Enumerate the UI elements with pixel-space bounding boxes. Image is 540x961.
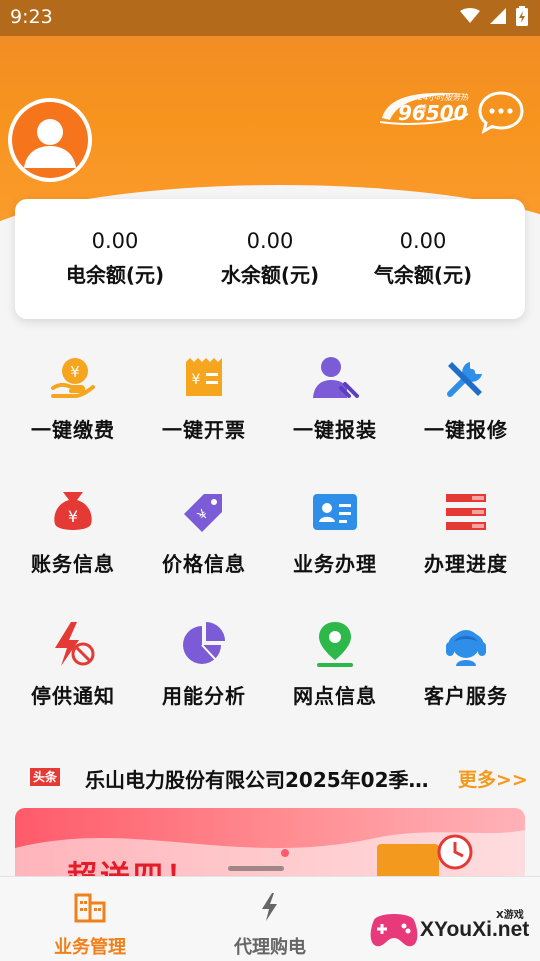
chat-bubble-icon: [478, 91, 524, 135]
grid-item-progress[interactable]: 办理进度: [401, 488, 531, 577]
grid-item-quick-repair[interactable]: 一键报修: [401, 354, 531, 443]
hotline-logo[interactable]: 24小时服务热线 96500: [378, 88, 470, 128]
sheet-handle[interactable]: [228, 866, 284, 871]
progress-list-icon: [446, 494, 486, 530]
signal-icon: [490, 8, 506, 24]
avatar[interactable]: [8, 98, 92, 182]
invoice-icon: ¥: [186, 358, 222, 396]
svg-text:¥: ¥: [70, 363, 80, 381]
grid-item-label: 用能分析: [162, 684, 246, 708]
grid-item-label: 客户服务: [424, 684, 508, 708]
grid-item-label: 一键报修: [424, 418, 508, 442]
water-balance[interactable]: 0.00 水余额(元): [195, 229, 345, 288]
grid-item-outage-notice[interactable]: 停供通知: [8, 620, 138, 709]
balance-label: 电余额(元): [65, 263, 165, 287]
user-icon: [24, 119, 76, 168]
grid-item-label: 价格信息: [162, 552, 246, 576]
news-headline[interactable]: 乐山电力股份有限公司2025年02季度电费账单公告: [85, 764, 445, 793]
gamepad-logo-icon: [370, 914, 418, 947]
tab-label: 业务管理: [54, 937, 126, 958]
wifi-icon: [460, 8, 480, 23]
grid-item-outlet-info[interactable]: 网点信息: [270, 620, 400, 709]
grid-item-label: 业务办理: [293, 552, 377, 576]
grid-item-label: 一键开票: [162, 418, 246, 442]
grid-item-label: 停供通知: [31, 684, 115, 708]
pie-chart-icon: [183, 622, 225, 664]
grid-item-quick-invoice[interactable]: ¥ 一键开票: [139, 354, 269, 443]
grid-item-price-info[interactable]: ¥ 价格信息: [139, 488, 269, 577]
id-card-icon: [313, 494, 357, 530]
grid-item-customer-service[interactable]: 客户服务: [401, 620, 531, 709]
customer-service-icon: [446, 630, 486, 666]
building-icon: [74, 893, 106, 923]
battery-icon: [516, 6, 528, 26]
electricity-balance[interactable]: 0.00 电余额(元): [40, 229, 190, 288]
balance-label: 水余额(元): [220, 263, 320, 287]
message-button[interactable]: [478, 90, 524, 135]
headline-tag: 头条: [30, 768, 60, 786]
grid-item-label: 办理进度: [424, 552, 508, 576]
money-bag-icon: ¥: [54, 492, 92, 530]
install-user-icon: [313, 357, 359, 398]
tab-label: 代理购电: [234, 937, 306, 958]
grid-item-label: 一键报装: [293, 418, 377, 442]
watermark: X游戏 XYouXi.net: [368, 900, 540, 960]
news-ticker[interactable]: 头条 乐山电力股份有限公司2025年02季度电费账单公告 更多>>: [0, 756, 540, 800]
banner-title: 超送四！: [67, 860, 199, 878]
tab-business-management[interactable]: 业务管理: [25, 891, 155, 959]
lightning-icon: [262, 893, 277, 921]
status-bar: 9:23: [0, 0, 540, 36]
grid-item-label: 一键缴费: [31, 418, 115, 442]
status-time: 9:23: [10, 6, 53, 28]
grid-item-quick-install[interactable]: 一键报装: [270, 354, 400, 443]
price-tag-icon: ¥: [184, 494, 222, 532]
balance-value: 0.00: [246, 229, 294, 253]
hotline-number: 96500: [398, 101, 468, 125]
svg-text:¥: ¥: [192, 372, 201, 388]
grid-item-energy-analysis[interactable]: 用能分析: [139, 620, 269, 709]
grid-item-business-handling[interactable]: 业务办理: [270, 488, 400, 577]
grid-item-label: 账务信息: [31, 552, 115, 576]
grid-item-quick-pay[interactable]: ¥ 一键缴费: [8, 354, 138, 443]
tab-agent-power-purchase[interactable]: 代理购电: [205, 891, 335, 959]
balance-value: 0.00: [399, 229, 447, 253]
news-more-link[interactable]: 更多>>: [458, 765, 528, 792]
grid-item-account-info[interactable]: ¥ 账务信息: [8, 488, 138, 577]
power-outage-icon: [55, 622, 95, 666]
repair-tools-icon: [447, 362, 482, 397]
location-pin-icon: [317, 622, 353, 667]
svg-text:¥: ¥: [68, 507, 78, 526]
balance-label: 气余额(元): [373, 263, 473, 287]
gas-balance[interactable]: 0.00 气余额(元): [348, 229, 498, 288]
payment-hand-icon: ¥: [51, 358, 95, 398]
watermark-text: XYouXi.net: [420, 918, 530, 941]
grid-item-label: 网点信息: [293, 684, 377, 708]
balance-value: 0.00: [91, 229, 139, 253]
balance-card: 0.00 电余额(元) 0.00 水余额(元) 0.00 气余额(元): [15, 199, 525, 319]
